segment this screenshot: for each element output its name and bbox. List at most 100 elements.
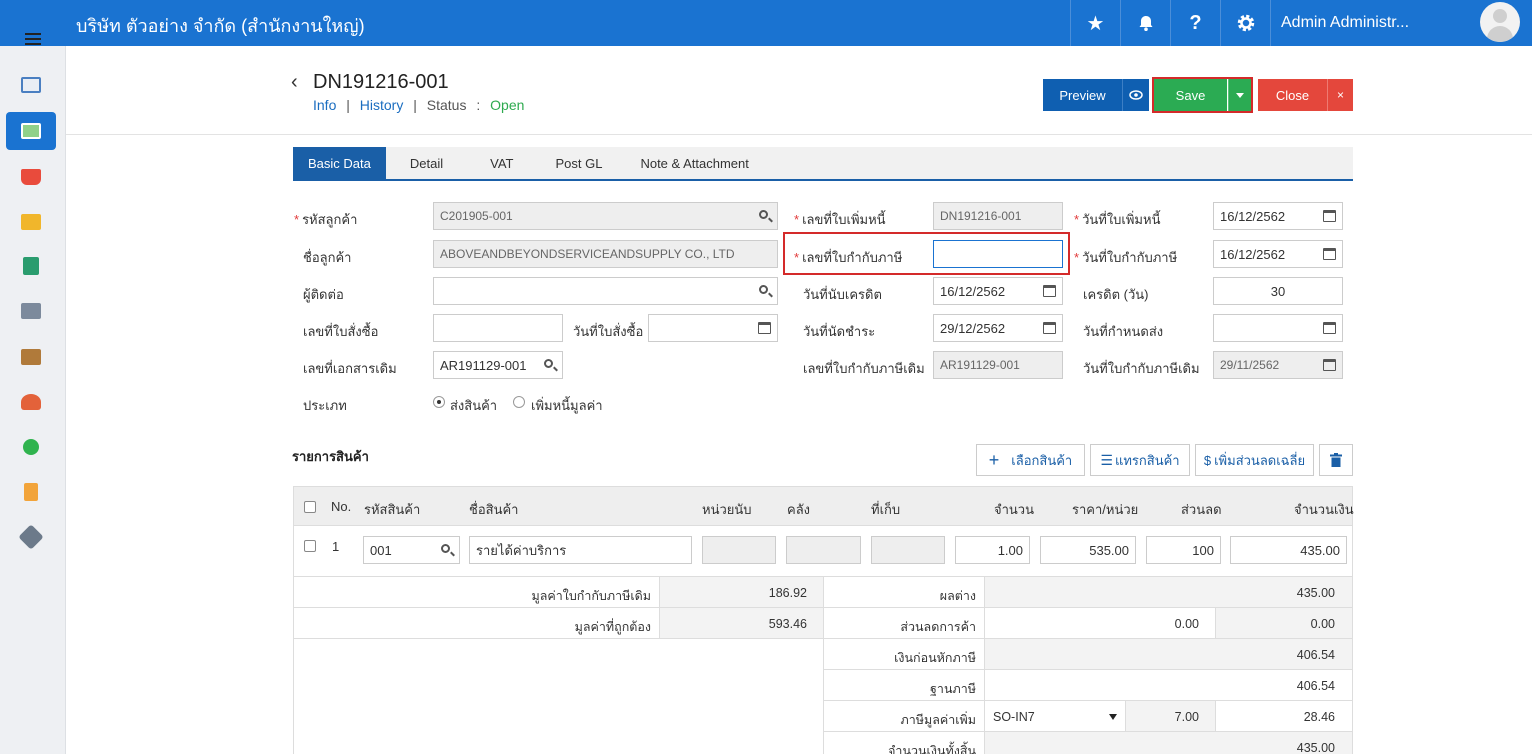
back-chevron-icon[interactable]: ‹	[291, 71, 298, 94]
calendar-icon[interactable]	[1043, 322, 1056, 334]
customer-code-field[interactable]: C201905-001	[433, 202, 778, 230]
summary-orig-label-cell: มูลค่าใบกำกับภาษีเดิม	[293, 576, 660, 608]
sidebar-wallet-icon[interactable]	[6, 338, 56, 376]
dn-date-field[interactable]: 16/12/2562	[1213, 202, 1343, 230]
star-icon[interactable]: ★	[1070, 0, 1120, 46]
customer-name-field: ABOVEANDBEYONDSERVICEANDSUPPLY CO., LTD	[433, 240, 778, 268]
row-code-field[interactable]: 001	[363, 536, 460, 564]
tab-post-gl[interactable]: Post GL	[536, 147, 621, 179]
divider	[66, 134, 1532, 135]
row-qty-field[interactable]: 1.00	[955, 536, 1030, 564]
tab-vat[interactable]: VAT	[467, 147, 536, 179]
ref-doc-value: AR191129-001	[440, 357, 527, 373]
sidebar-report-icon[interactable]	[6, 473, 56, 511]
doc-sub-links: Info | History | Status : Open	[313, 97, 524, 113]
summary-correct-label-cell: มูลค่าที่ถูกต้อง	[293, 607, 660, 639]
sidebar-box-icon[interactable]	[6, 203, 56, 241]
trade-discount-value-cell: 0.00	[1215, 607, 1353, 639]
preview-button[interactable]: Preview	[1043, 79, 1122, 111]
tab-note-attachment[interactable]: Note & Attachment	[621, 147, 767, 179]
credit-start-label: วันที่นับเครดิต	[803, 287, 882, 302]
ref-doc-field[interactable]: AR191129-001	[433, 351, 563, 379]
row-price-field[interactable]: 535.00	[1040, 536, 1136, 564]
select-product-button[interactable]: + เลือกสินค้า	[976, 444, 1085, 476]
delete-button[interactable]	[1319, 444, 1353, 476]
sidebar-cart-icon[interactable]	[6, 158, 56, 196]
po-number-field[interactable]	[433, 314, 563, 342]
help-icon[interactable]: ?	[1170, 0, 1220, 46]
save-dropdown-button[interactable]	[1228, 79, 1251, 111]
search-icon[interactable]	[441, 544, 450, 553]
calendar-icon[interactable]	[1043, 285, 1056, 297]
sidebar-money-icon[interactable]	[6, 112, 56, 150]
tax-invoice-field[interactable]	[933, 240, 1063, 268]
orig-tax-date-value: 29/11/2562	[1220, 358, 1280, 372]
tax-base-input[interactable]: 406.54	[984, 669, 1353, 701]
type-radio-delivery[interactable]	[433, 396, 445, 408]
customer-name-label: ชื่อลูกค้า	[303, 250, 352, 265]
avatar[interactable]	[1480, 2, 1520, 42]
sidebar-dashboard-icon[interactable]	[6, 66, 56, 104]
add-average-discount-button[interactable]: $ เพิ่มส่วนลดเฉลี่ย	[1195, 444, 1314, 476]
tax-date-field[interactable]: 16/12/2562	[1213, 240, 1343, 268]
vat-rate-value: 7.00	[1174, 710, 1199, 724]
tab-basic-data[interactable]: Basic Data	[293, 147, 386, 179]
search-icon[interactable]	[544, 359, 553, 368]
document-number: DN191216-001	[313, 71, 449, 93]
trash-icon	[1330, 453, 1342, 467]
calendar-icon[interactable]	[1323, 322, 1336, 334]
credit-start-value: 16/12/2562	[940, 283, 1006, 299]
delivery-date-field[interactable]	[1213, 314, 1343, 342]
search-icon[interactable]	[759, 210, 768, 219]
insert-product-button[interactable]: ☰ แทรกสินค้า	[1090, 444, 1190, 476]
dollar-icon: $	[1203, 452, 1212, 468]
credit-start-field[interactable]: 16/12/2562	[933, 277, 1063, 305]
po-date-field[interactable]	[648, 314, 778, 342]
type-radio-value[interactable]	[513, 396, 525, 408]
vat-label: ภาษีมูลค่าเพิ่ม	[900, 713, 976, 727]
before-tax-value-cell: 406.54	[984, 638, 1353, 670]
sidebar-book-icon[interactable]	[6, 247, 56, 285]
before-tax-label-cell: เงินก่อนหักภาษี	[823, 638, 985, 670]
status-label: Status	[426, 97, 467, 113]
sidebar-person-icon[interactable]	[6, 383, 56, 421]
contact-field[interactable]	[433, 277, 778, 305]
row-amount-field[interactable]: 435.00	[1230, 536, 1347, 564]
trade-discount-input[interactable]: 0.00	[984, 607, 1216, 639]
vat-code-select[interactable]: SO-IN7	[984, 700, 1126, 732]
tab-bar: Basic Data Detail VAT Post GL Note & Att…	[293, 147, 1353, 181]
sidebar-bank-icon[interactable]	[6, 292, 56, 330]
row-name-value: รายได้ค่าบริการ	[476, 542, 567, 558]
add-discount-label: เพิ่มส่วนลดเฉลี่ย	[1214, 452, 1306, 468]
close-icon[interactable]: ×	[1327, 79, 1353, 111]
eye-icon[interactable]	[1122, 79, 1149, 111]
select-product-label: เลือกสินค้า	[1011, 452, 1073, 468]
summary-blank-area	[293, 638, 824, 754]
gear-icon[interactable]	[1220, 0, 1270, 46]
save-button[interactable]: Save	[1154, 79, 1227, 111]
user-name: Admin Administr...	[1281, 14, 1410, 31]
select-all-checkbox[interactable]	[304, 501, 316, 513]
tab-detail[interactable]: Detail	[386, 147, 467, 179]
calendar-icon[interactable]	[758, 322, 771, 334]
sidebar-tools-icon[interactable]	[6, 518, 56, 556]
diff-value: 435.00	[1296, 586, 1335, 600]
list-add-icon: ☰	[1100, 451, 1113, 468]
sidebar-check-icon[interactable]	[6, 428, 56, 466]
calendar-icon[interactable]	[1323, 210, 1336, 222]
bell-icon[interactable]	[1120, 0, 1170, 46]
close-button[interactable]: Close	[1258, 79, 1327, 111]
history-link[interactable]: History	[360, 97, 404, 113]
calendar-icon[interactable]	[1323, 248, 1336, 260]
due-date-field[interactable]: 29/12/2562	[933, 314, 1063, 342]
vat-amount-input[interactable]: 28.46	[1215, 700, 1353, 732]
row-checkbox[interactable]	[304, 540, 316, 552]
info-link[interactable]: Info	[313, 97, 336, 113]
orig-value-label: มูลค่าใบกำกับภาษีเดิม	[531, 589, 651, 603]
row-discount-field[interactable]: 100	[1146, 536, 1221, 564]
total-label: จำนวนเงินทั้งสิ้น	[888, 744, 976, 754]
row-name-field[interactable]: รายได้ค่าบริการ	[469, 536, 692, 564]
chevron-down-icon	[1236, 92, 1244, 98]
search-icon[interactable]	[759, 285, 768, 294]
credit-days-field[interactable]: 30	[1213, 277, 1343, 305]
